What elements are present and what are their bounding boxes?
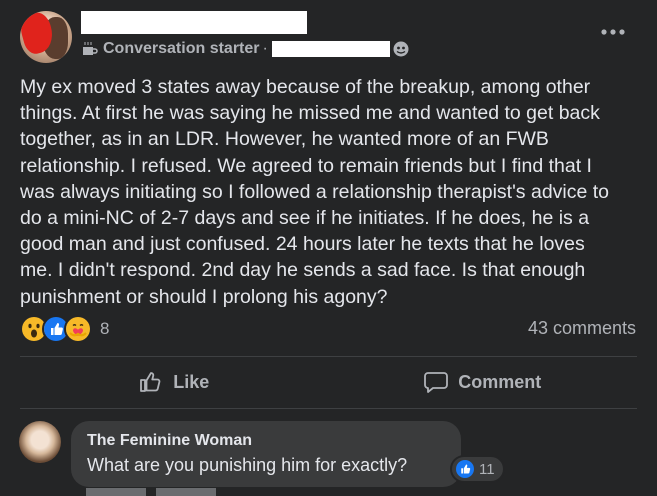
divider — [20, 356, 637, 357]
more-options-icon[interactable] — [601, 28, 625, 36]
commenter-avatar[interactable] — [19, 421, 61, 463]
post-body-line: things. At first he was saying he missed… — [20, 102, 600, 125]
post-body-line: do a mini-NC of 2-7 days and see if he i… — [20, 207, 590, 230]
author-badge: Conversation starter — [103, 40, 260, 57]
comment-button[interactable]: Comment — [329, 360, 638, 404]
comment-button-label: Comment — [458, 371, 542, 392]
like-button-label: Like — [173, 371, 210, 392]
comment-icon — [424, 372, 449, 393]
like-reaction-icon — [456, 460, 474, 478]
divider — [20, 408, 637, 409]
like-button[interactable]: Like — [20, 360, 329, 404]
comment-bubble: The Feminine Woman What are you punishin… — [71, 421, 461, 487]
post-body: My ex moved 3 states away because of the… — [20, 74, 645, 310]
reaction-summary[interactable]: 8 — [20, 315, 110, 343]
audience-icon — [393, 41, 409, 57]
comment-text: What are you punishing him for exactly? — [87, 455, 408, 475]
comment-reaction-badge[interactable]: 11 — [452, 457, 503, 481]
post-actions: Like Comment — [20, 360, 637, 404]
care-reaction-icon — [64, 315, 92, 343]
facebook-post: Conversation starter · My ex moved 3 sta… — [0, 0, 657, 496]
author-name-redacted[interactable] — [81, 11, 307, 34]
comments-count-link[interactable]: 43 comments — [528, 318, 636, 339]
comment-footer-cutoff — [86, 488, 486, 496]
post-body-line: punishment or should I prolong his agony… — [20, 285, 388, 308]
author-avatar[interactable] — [20, 11, 72, 63]
like-icon — [140, 372, 161, 392]
meta-separator: · — [262, 40, 268, 57]
comment-like-count: 11 — [479, 460, 495, 478]
reaction-count: 8 — [100, 319, 110, 338]
post-body-line: good man and just confused. 24 hours lat… — [20, 233, 585, 256]
post-body-line: relationship. I refused. We agreed to re… — [20, 154, 592, 177]
post-body-line: me. I didn't respond. 2nd day he sends a… — [20, 259, 586, 282]
post-body-line: together, as in an LDR. However, he want… — [20, 128, 549, 151]
post-date-redacted[interactable] — [271, 41, 390, 57]
post-meta: Conversation starter · — [81, 40, 410, 58]
coffee-cup-icon — [83, 42, 98, 55]
comment-author[interactable]: The Feminine Woman — [87, 432, 252, 450]
post-body-line: My ex moved 3 states away because of the… — [20, 76, 591, 98]
post-body-line: was always initiating so I followed a re… — [20, 180, 610, 203]
